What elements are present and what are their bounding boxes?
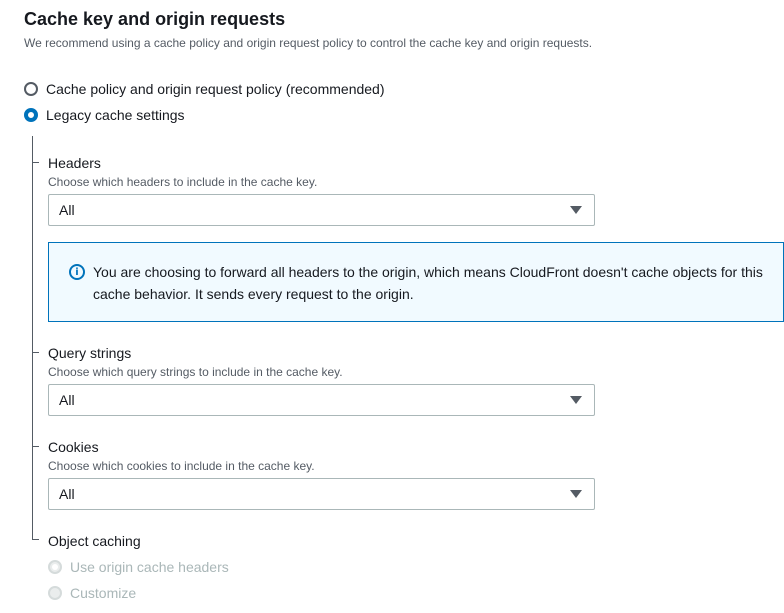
radio-label: Customize [70,585,137,601]
query-strings-label: Query strings [48,345,132,361]
radio-label: Use origin cache headers [70,559,229,575]
radio-label: Legacy cache settings [46,107,185,123]
headers-description: Choose which headers to include in the c… [48,175,318,189]
caret-down-icon [570,490,582,498]
cookies-label: Cookies [48,439,99,455]
radio-label: Cache policy and origin request policy (… [46,81,385,97]
cookies-select-value: All [59,486,75,502]
radio-option-use-origin-cache-headers[interactable]: Use origin cache headers [48,558,229,576]
caret-down-icon [570,206,582,214]
tree-connector-tick [32,162,39,163]
headers-select-value: All [59,202,75,218]
caret-down-icon [570,396,582,404]
info-alert-text: You are choosing to forward all headers … [93,264,763,302]
object-caching-label: Object caching [48,533,141,549]
radio-option-cache-policy[interactable]: Cache policy and origin request policy (… [24,80,385,98]
cookies-description: Choose which cookies to include in the c… [48,459,315,473]
tree-connector-tick [32,539,39,540]
radio-button-disabled-selected[interactable] [48,560,62,574]
radio-button[interactable] [24,82,38,96]
query-strings-description: Choose which query strings to include in… [48,365,343,379]
headers-label: Headers [48,155,101,171]
headers-select[interactable]: All [48,194,595,226]
query-strings-select[interactable]: All [48,384,595,416]
section-description: We recommend using a cache policy and or… [24,36,593,50]
tree-connector-tick [32,352,39,353]
query-strings-select-value: All [59,392,75,408]
radio-button-selected[interactable] [24,108,38,122]
section-title: Cache key and origin requests [24,9,286,29]
info-icon: i [69,264,85,280]
tree-connector-line [32,136,33,540]
cookies-select[interactable]: All [48,478,595,510]
radio-button-disabled[interactable] [48,586,62,600]
radio-option-customize[interactable]: Customize [48,584,136,602]
tree-connector-tick [32,446,39,447]
info-alert: i You are choosing to forward all header… [48,242,784,322]
radio-option-legacy-cache[interactable]: Legacy cache settings [24,106,185,124]
